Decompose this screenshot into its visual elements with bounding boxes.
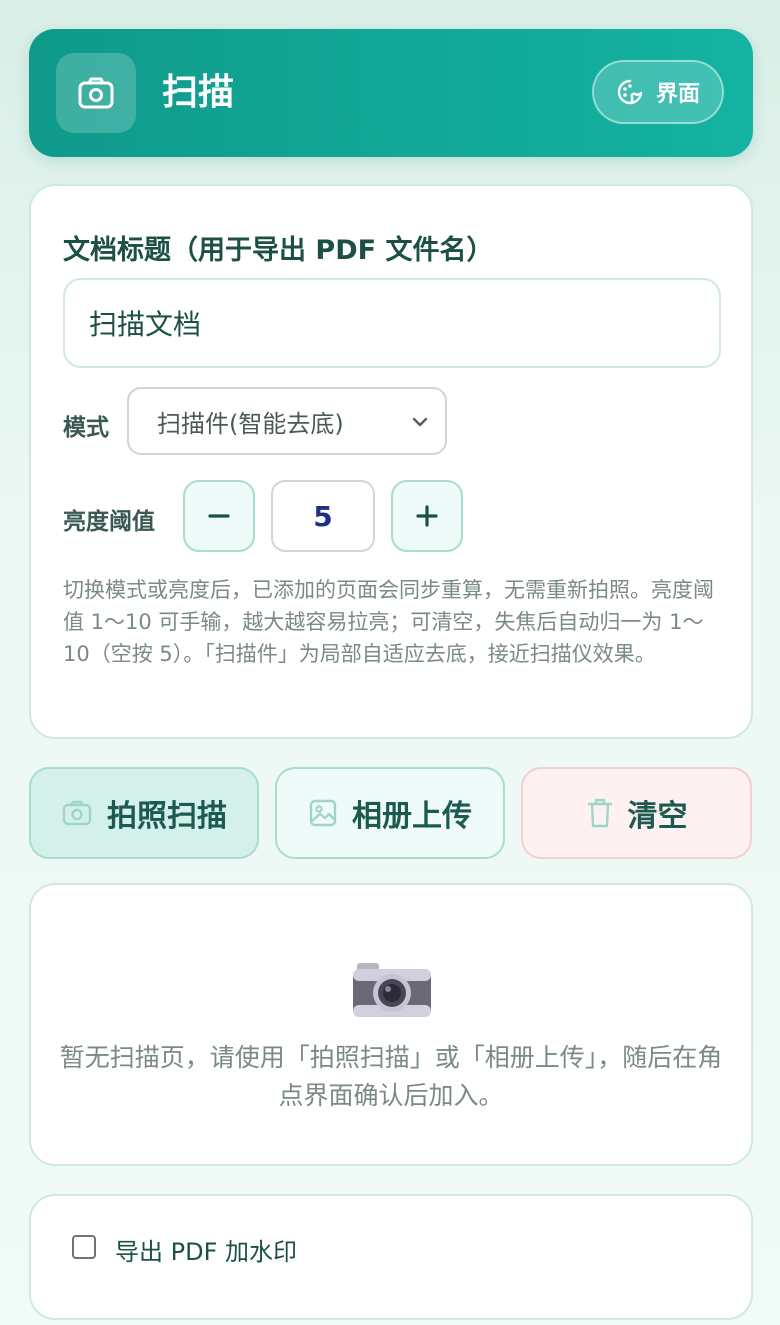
camera-scan-label: 拍照扫描 xyxy=(107,799,227,834)
settings-hint: 切换模式或亮度后，已添加的页面会同步重算，无需重新拍照。亮度阈值 1～10 可手… xyxy=(63,578,714,666)
chevron-down-icon xyxy=(412,417,428,427)
decrement-button[interactable] xyxy=(183,480,255,552)
trash-icon xyxy=(587,798,612,828)
plus-icon xyxy=(416,505,438,527)
watermark-label[interactable]: 导出 PDF 加水印 xyxy=(115,1232,297,1267)
brightness-input[interactable]: 5 xyxy=(271,480,375,552)
camera-icon xyxy=(353,963,431,1017)
brightness-label: 亮度阈值 xyxy=(63,509,155,535)
doc-title-label: 文档标题（用于导出 PDF 文件名） xyxy=(63,235,494,266)
settings-card: 文档标题（用于导出 PDF 文件名） 模式 扫描件(智能去底) 亮度阈值 5 切… xyxy=(29,184,753,739)
increment-button[interactable] xyxy=(391,480,463,552)
minus-icon xyxy=(208,514,230,518)
watermark-checkbox[interactable] xyxy=(72,1235,96,1259)
clear-button[interactable]: 清空 xyxy=(521,767,752,859)
palette-icon xyxy=(617,79,643,105)
empty-state-message: 暂无扫描页，请使用「拍照扫描」或「相册上传」，随后在角点界面确认后加入。 xyxy=(59,1043,723,1110)
theme-button[interactable]: 界面 xyxy=(592,60,724,124)
export-options-card: 导出 PDF 加水印 xyxy=(29,1194,753,1320)
doc-title-input[interactable] xyxy=(63,278,721,368)
camera-icon xyxy=(62,800,92,826)
camera-scan-button[interactable]: 拍照扫描 xyxy=(29,767,259,859)
album-upload-button[interactable]: 相册上传 xyxy=(275,767,505,859)
mode-selected-value: 扫描件(智能去底) xyxy=(157,409,344,438)
scan-pages-panel: 暂无扫描页，请使用「拍照扫描」或「相册上传」，随后在角点界面确认后加入。 xyxy=(29,883,753,1166)
mode-label: 模式 xyxy=(63,415,109,441)
mode-select[interactable]: 扫描件(智能去底) xyxy=(127,387,447,455)
page-title: 扫描 xyxy=(162,72,235,113)
album-upload-label: 相册上传 xyxy=(352,799,472,834)
theme-button-label: 界面 xyxy=(655,82,700,107)
clear-label: 清空 xyxy=(627,799,688,834)
camera-icon xyxy=(56,53,136,133)
app-header: 扫描 界面 xyxy=(29,29,753,157)
image-icon xyxy=(309,799,337,827)
